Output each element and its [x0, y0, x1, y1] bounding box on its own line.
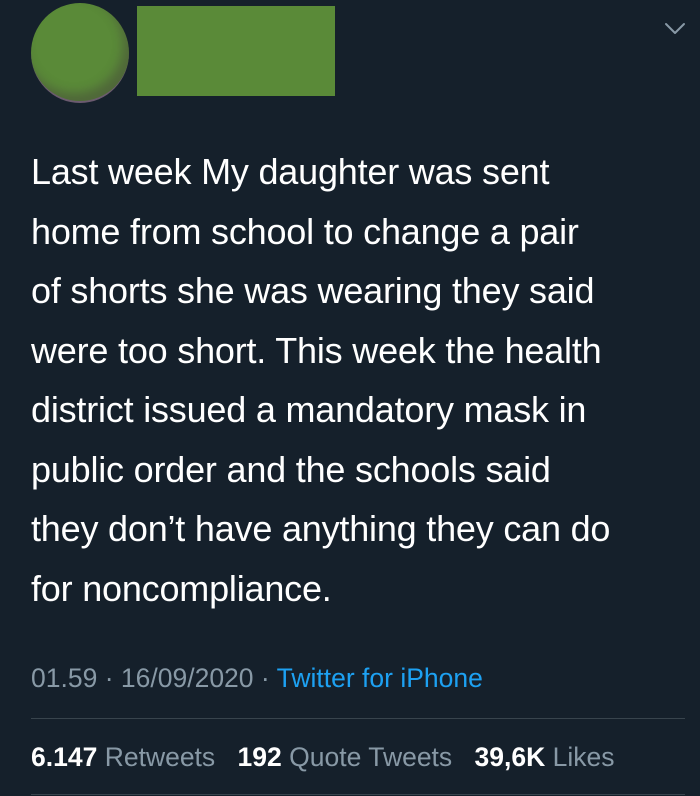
likes-stat[interactable]: 39,6K Likes	[475, 742, 630, 772]
tweet-time[interactable]: 01.59	[31, 663, 97, 693]
retweets-count: 6.147	[31, 742, 98, 772]
engagement-stats: 6.147 Retweets 192 Quote Tweets 39,6K Li…	[31, 738, 630, 776]
meta-separator: ·	[260, 663, 270, 693]
tweet-text: Last week My daughter was sent home from…	[31, 151, 611, 609]
retweets-stat[interactable]: 6.147 Retweets	[31, 742, 238, 772]
likes-label: Likes	[552, 742, 615, 772]
redacted-user-name[interactable]	[137, 6, 335, 96]
tweet-detail-view: Last week My daughter was sent home from…	[0, 0, 700, 796]
divider	[31, 794, 685, 795]
tweet-source-link[interactable]: Twitter for iPhone	[277, 663, 483, 693]
quote-tweets-stat[interactable]: 192 Quote Tweets	[238, 742, 475, 772]
quote-tweets-label: Quote Tweets	[289, 742, 453, 772]
tweet-date[interactable]: 16/09/2020	[121, 663, 254, 693]
chevron-down-icon[interactable]	[664, 22, 686, 36]
divider	[31, 718, 685, 719]
tweet-meta: 01.59 · 16/09/2020 · Twitter for iPhone	[31, 660, 483, 696]
likes-count: 39,6K	[474, 742, 546, 772]
avatar[interactable]	[31, 3, 129, 103]
quote-tweets-count: 192	[237, 742, 282, 772]
meta-separator: ·	[104, 663, 114, 693]
retweets-label: Retweets	[104, 742, 216, 772]
